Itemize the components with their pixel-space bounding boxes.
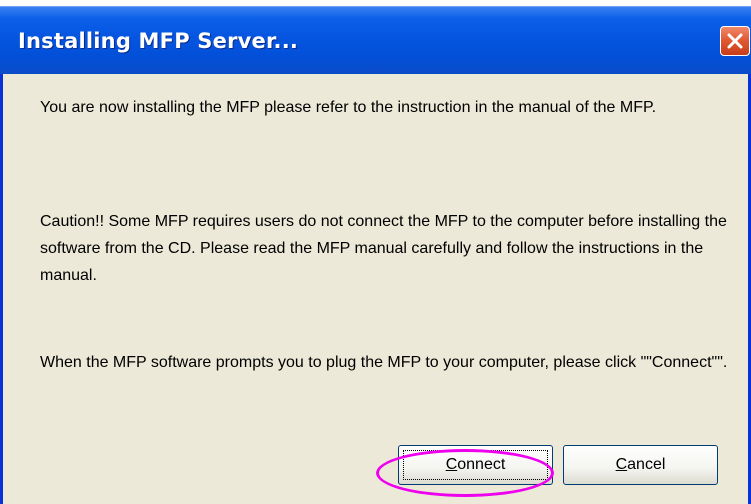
close-icon (727, 33, 743, 49)
connect-button[interactable]: Connect (398, 445, 553, 485)
window-title: Installing MFP Server... (18, 29, 299, 53)
cancel-button-label: Cancel (615, 456, 666, 473)
message-paragraph-intro: You are now installing the MFP please re… (40, 99, 657, 116)
connect-button-label: Connect (445, 456, 506, 473)
message-paragraph-instruction: When the MFP software prompts you to plu… (40, 354, 728, 371)
close-button[interactable] (720, 26, 750, 56)
dialog-body: You are now installing the MFP please re… (3, 74, 748, 504)
dialog-window: Installing MFP Server... You are now ins… (0, 6, 751, 504)
title-bar[interactable]: Installing MFP Server... (0, 6, 751, 74)
message-paragraph-caution: Caution!! Some MFP requires users do not… (40, 213, 727, 284)
cancel-button[interactable]: Cancel (563, 445, 718, 485)
